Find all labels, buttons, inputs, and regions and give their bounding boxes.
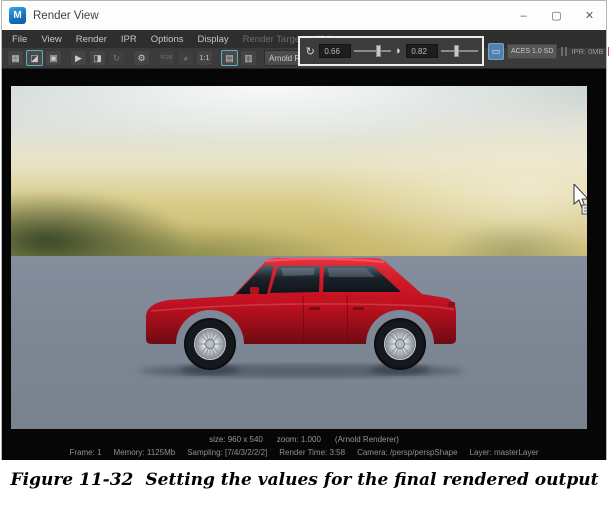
rear-wheel (375, 319, 425, 369)
color-managed-display-button[interactable]: ▭ (488, 43, 504, 60)
menu-file[interactable]: File (7, 32, 32, 47)
render-button[interactable]: ▦ (7, 50, 24, 66)
front-wheel (185, 319, 235, 369)
cursor-arrow-icon (572, 184, 587, 216)
ipr-render-icon: ▶ (75, 53, 82, 64)
keep-image-icon: ▤ (225, 53, 234, 64)
maximize-button[interactable]: ▢ (540, 1, 573, 30)
one-to-one-icon: 1:1 (200, 55, 210, 62)
gamma-icon: ◑ (391, 45, 403, 57)
gamma-field[interactable]: 0.82 (406, 44, 438, 58)
exposure-field[interactable]: 0.66 (319, 44, 351, 58)
minimize-button[interactable]: – (507, 1, 540, 30)
remove-image-button[interactable]: ▥ (240, 50, 257, 66)
ipr-region-icon: ◨ (93, 53, 102, 64)
view-transform-button[interactable]: ACES 1.0 SD (507, 44, 557, 59)
car-illustration (133, 247, 469, 383)
render-region-icon: ◪ (30, 53, 39, 64)
remove-image-icon: ▥ (244, 53, 253, 64)
render-viewport: size: 960 x 540 zoom: 1.000 (Arnold Rend… (2, 69, 606, 460)
alpha-channel-button[interactable]: ◕ (177, 50, 194, 66)
ipr-memory-label: IPR: 0MB (571, 47, 603, 56)
figure-caption-text: Setting the values for the final rendere… (145, 470, 598, 490)
display-adjustment-highlight-box: ↻ 0.66 ◑ 0.82 (298, 36, 484, 66)
close-button[interactable]: ✕ (573, 1, 606, 30)
status-frame: Frame: 1 (70, 448, 102, 457)
exposure-icon: ↻ (304, 45, 316, 58)
figure-label: Figure 11-32 (11, 470, 134, 490)
status-line-primary: size: 960 x 540 zoom: 1.000 (Arnold Rend… (2, 435, 606, 444)
exposure-slider[interactable] (354, 44, 391, 58)
titlebar: M Render View – ▢ ✕ (2, 1, 606, 30)
status-camera: Camera: /persp/perspShape (357, 448, 458, 457)
snapshot-icon: ▣ (49, 53, 58, 64)
maya-app-icon: M (9, 7, 26, 24)
status-sampling: Sampling: [7/4/3/2/2/2] (187, 448, 267, 457)
menu-view[interactable]: View (36, 32, 66, 47)
render-settings-icon: ⚙ (137, 53, 145, 64)
render-view-window: M Render View – ▢ ✕ File View Render IPR… (1, 0, 607, 460)
keep-image-button[interactable]: ▤ (221, 50, 238, 66)
render-settings-button[interactable]: ⚙ (133, 50, 150, 66)
status-line-secondary: Frame: 1 Memory: 1125Mb Sampling: [7/4/3… (2, 448, 606, 457)
rendered-image[interactable] (11, 86, 587, 429)
menu-render[interactable]: Render (71, 32, 112, 47)
ipr-render-button[interactable]: ▶ (70, 50, 87, 66)
status-zoom: zoom: 1.000 (277, 435, 321, 444)
figure-caption: Figure 11-32 Setting the values for the f… (0, 470, 609, 490)
status-layer: Layer: masterLayer (470, 448, 539, 457)
gamma-slider-handle[interactable] (454, 45, 459, 57)
window-title: Render View (33, 10, 99, 22)
menu-display[interactable]: Display (193, 32, 234, 47)
render-region-button[interactable]: ◪ (26, 50, 43, 66)
snapshot-button[interactable]: ▣ (45, 50, 62, 66)
gamma-slider[interactable] (441, 44, 478, 58)
status-size: size: 960 x 540 (209, 435, 263, 444)
alpha-channel-icon: ◕ (183, 53, 188, 63)
pause-ipr-icon: ↻ (113, 53, 121, 64)
pause-ipr-button: ↻ (108, 50, 125, 66)
rgb-channels-icon: RGB (161, 55, 173, 61)
status-render-time: Render Time: 3:58 (279, 448, 345, 457)
monitor-icon: ▭ (492, 46, 501, 57)
toolbar-divider (561, 47, 567, 56)
ipr-region-button[interactable]: ◨ (89, 50, 106, 66)
status-renderer: (Arnold Renderer) (335, 435, 399, 444)
render-icon: ▦ (11, 53, 20, 64)
color-management-cluster: ▭ ACES 1.0 SD IPR: 0MB (488, 41, 609, 61)
mouse-cursor (572, 184, 587, 216)
rgb-channels-button[interactable]: RGB (158, 50, 175, 66)
window-controls: – ▢ ✕ (507, 1, 606, 30)
background-landscape (11, 86, 587, 268)
gamma-slider-track (441, 50, 478, 52)
menu-ipr[interactable]: IPR (116, 32, 142, 47)
exposure-slider-track (354, 50, 391, 52)
exposure-slider-handle[interactable] (376, 45, 381, 57)
one-to-one-button[interactable]: 1:1 (196, 50, 213, 66)
menu-options[interactable]: Options (146, 32, 189, 47)
status-memory: Memory: 1125Mb (114, 448, 176, 457)
red-car-render (133, 247, 469, 383)
